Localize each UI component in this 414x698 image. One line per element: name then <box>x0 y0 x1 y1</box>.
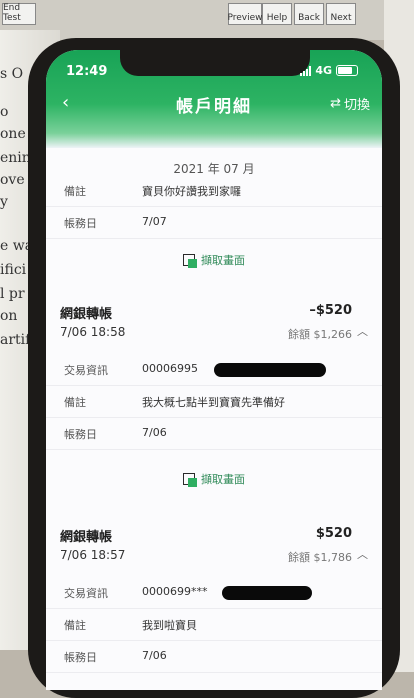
detail-label: 備註 <box>64 619 86 632</box>
transaction-title: 網銀轉帳 <box>60 530 113 545</box>
paper-text: enin <box>0 150 31 166</box>
detail-label: 交易資訊 <box>64 364 108 377</box>
phone-screen: 12:49 4G ‹ 帳戶明細 ⇄ 切換 2021 年 07 月 備註 寶貝你好… <box>46 50 382 690</box>
transaction-amount: –$520 <box>309 303 352 318</box>
detail-label: 帳務日 <box>64 428 97 441</box>
transaction-item[interactable]: 網銀轉帳 –$520 7/06 18:58 餘額 $1,266 ︿ 交易資訊 0… <box>46 303 382 463</box>
detail-value: 7/07 <box>142 215 167 228</box>
swap-arrows-icon: ⇄ <box>330 96 341 111</box>
transaction-item[interactable]: 網銀轉帳 $520 7/06 18:57 餘額 $1,786 ︿ 交易資訊 00… <box>46 526 382 686</box>
capture-label: 擷取畫面 <box>201 473 245 486</box>
detail-row: 帳務日 7/06 <box>46 417 382 450</box>
status-indicators: 4G <box>300 64 358 77</box>
transaction-title: 網銀轉帳 <box>60 307 113 322</box>
screenshot-icon <box>183 473 197 487</box>
detail-value: 我到啦寶貝 <box>142 619 197 632</box>
detail-row: 備註 我到啦寶貝 <box>46 608 382 641</box>
detail-value: 0000699*** <box>142 585 208 598</box>
switch-button[interactable]: ⇄ 切換 <box>330 94 370 113</box>
preview-button[interactable]: Preview <box>227 3 263 25</box>
transaction-balance: 餘額 $1,786 <box>288 551 352 564</box>
detail-label: 帳務日 <box>64 217 97 230</box>
detail-value: 我大概七點半到寶寶先準備好 <box>142 396 285 409</box>
paper-text: y <box>0 194 8 210</box>
redaction-mark <box>214 363 326 377</box>
transaction-time: 7/06 18:58 <box>60 325 126 339</box>
app-header: 12:49 4G ‹ 帳戶明細 ⇄ 切換 <box>46 50 382 148</box>
paper-text: o <box>0 104 9 120</box>
detail-row: 備註 寶貝你好讚我到家囉 <box>46 174 382 207</box>
detail-row: 交易資訊 00006995 <box>46 353 382 386</box>
battery-icon <box>336 65 358 76</box>
detail-value: 7/06 <box>142 649 167 662</box>
detail-label: 備註 <box>64 396 86 409</box>
help-button[interactable]: Help <box>262 3 292 25</box>
paper-text: one <box>0 126 26 142</box>
chevron-up-icon[interactable]: ︿ <box>357 323 368 339</box>
signal-icon <box>300 65 312 76</box>
capture-label: 擷取畫面 <box>201 254 245 267</box>
paper-text: on <box>0 308 18 324</box>
capture-screen-button[interactable]: 擷取畫面 <box>46 252 382 268</box>
capture-screen-button[interactable]: 擷取畫面 <box>46 471 382 487</box>
chevron-up-icon[interactable]: ︿ <box>357 546 368 562</box>
back-button[interactable]: Back <box>294 3 324 25</box>
phone-notch <box>120 50 310 76</box>
network-label: 4G <box>315 64 332 77</box>
detail-row: 備註 我大概七點半到寶寶先準備好 <box>46 385 382 418</box>
paper-text: s O <box>0 66 24 82</box>
detail-label: 備註 <box>64 185 86 198</box>
transaction-balance: 餘額 $1,266 <box>288 328 352 341</box>
end-test-button[interactable]: End Test <box>2 3 36 25</box>
detail-value: 00006995 <box>142 362 198 375</box>
screenshot-icon <box>183 254 197 268</box>
status-time: 12:49 <box>66 64 108 79</box>
detail-row: 交易資訊 0000699*** <box>46 576 382 609</box>
transaction-amount: $520 <box>315 526 352 541</box>
detail-value: 7/06 <box>142 426 167 439</box>
detail-row: 帳務日 7/07 <box>46 206 382 239</box>
paper-text: l pr <box>0 286 25 302</box>
detail-value: 寶貝你好讚我到家囉 <box>142 185 241 198</box>
redaction-mark <box>222 586 312 600</box>
detail-label: 交易資訊 <box>64 587 108 600</box>
switch-label: 切換 <box>343 98 370 113</box>
detail-label: 帳務日 <box>64 651 97 664</box>
transaction-list[interactable]: 2021 年 07 月 備註 寶貝你好讚我到家囉 帳務日 7/07 擷取畫面 網… <box>46 148 382 690</box>
next-button[interactable]: Next <box>326 3 356 25</box>
paper-text: ifici <box>0 262 27 278</box>
detail-row: 帳務日 7/06 <box>46 640 382 673</box>
paper-text: ove <box>0 172 25 188</box>
paper-text: artif <box>0 332 31 348</box>
transaction-time: 7/06 18:57 <box>60 548 126 562</box>
